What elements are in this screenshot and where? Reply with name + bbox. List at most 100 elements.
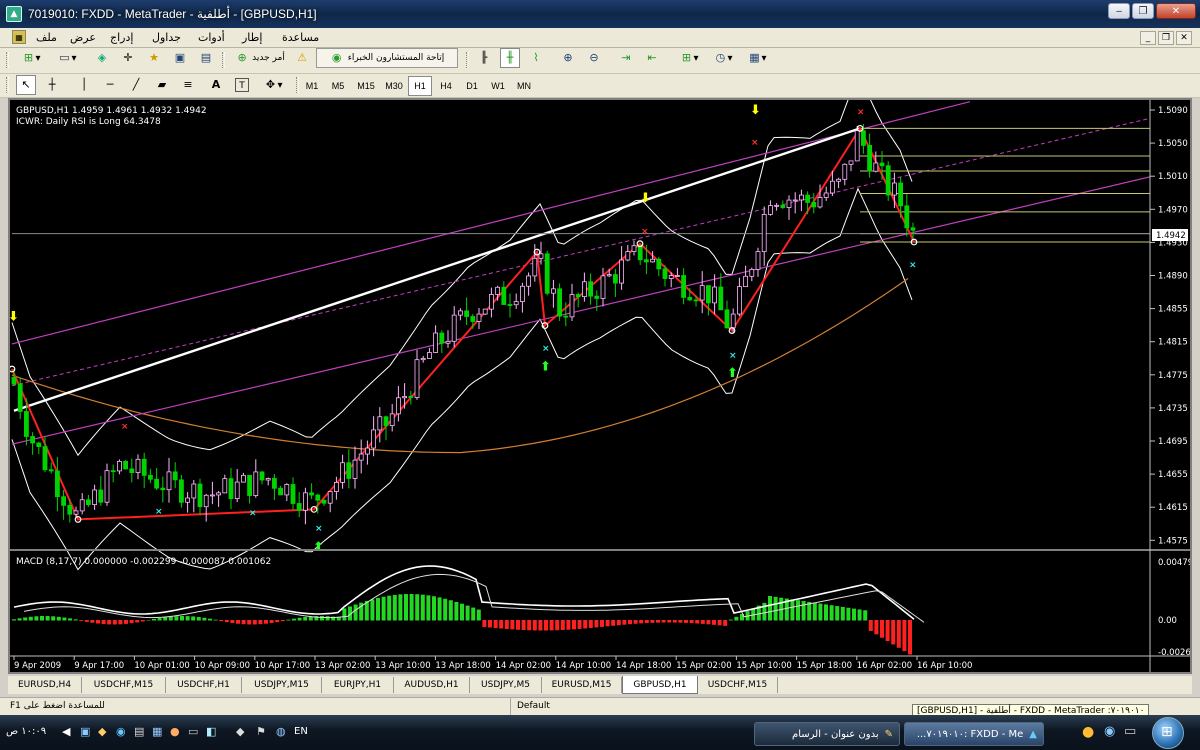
periods-button[interactable]: ◷ ▾ [708,48,738,68]
toolbar-grip-3[interactable] [466,52,469,68]
cursor-button[interactable]: ↖ [16,75,36,95]
autoscroll-button[interactable]: ⇥ [616,48,636,68]
zoom-in-button[interactable]: ⊕ [558,48,578,68]
zoom-out-button[interactable]: ⊖ [584,48,604,68]
timeframe-m30[interactable]: M30 [380,76,408,96]
menu-file[interactable]: ملف [36,31,57,44]
tray-icon-2[interactable]: ◉ [116,725,126,738]
taskbar-metatrader-button[interactable]: ▲ FXDD - Me :٧٠١٩٠١٠... [904,722,1044,746]
timeframe-d1[interactable]: D1 [460,76,484,96]
tab-eurusd-m15[interactable]: EURUSD,M15 [542,677,622,693]
line-chart-button[interactable]: ⌇ [526,48,546,68]
crosshair-button[interactable]: ┼ [42,75,62,95]
mdi-minimize-button[interactable]: _ [1140,31,1156,45]
timeframe-h4[interactable]: H4 [434,76,458,96]
toolbar-grip[interactable] [6,52,9,68]
metaeditor-button[interactable]: ⚠ [292,48,312,68]
candle-body [823,192,829,198]
templates-button[interactable]: ▦ ▾ [742,48,772,68]
new-order-button[interactable]: ⊕ أمر جديد [230,48,290,68]
toolbar-grip-5[interactable] [296,77,299,93]
market-watch-button[interactable]: ◈ [92,48,112,68]
menu-help[interactable]: مساعدة [282,31,319,44]
tab-usdchf-m15[interactable]: USDCHF,M15 [82,677,166,693]
horizontal-line-button[interactable]: ─ [100,75,120,95]
tray-icon-5[interactable]: ● [170,725,180,738]
network-icon[interactable]: ▣ [80,725,90,738]
mdi-close-button[interactable]: ✕ [1176,31,1192,45]
tab-audusd-h1[interactable]: AUDUSD,H1 [394,677,470,693]
candle-body [203,494,209,508]
tab-gbpusd-h1[interactable]: GBPUSD,H1 [622,676,698,694]
taskbar-clock[interactable]: ١٠:٠٩ ص [6,726,46,737]
menu-insert[interactable]: إدراج [110,31,133,44]
show-desktop-icon[interactable]: ▭ [1124,724,1136,739]
macd-bar [409,594,414,621]
candle-body [426,352,432,359]
tab-usdjpy-m15[interactable]: USDJPY,M15 [242,677,322,693]
toolbar-grip-4[interactable] [6,77,9,93]
close-button[interactable]: ✕ [1156,3,1196,19]
document-icon[interactable]: ▦ [12,30,26,44]
tray-icon-8[interactable]: ◆ [236,725,244,738]
channel-button[interactable]: ▰ [152,75,172,95]
experts-toggle-button[interactable]: ◉ إتاحة المستشارون الخبراء [316,48,458,68]
tray-icon-4[interactable]: ▦ [152,725,162,738]
tray-icon-9[interactable]: ⚑ [256,725,266,738]
candle-body [488,294,494,310]
minimize-button[interactable]: ‒ [1108,3,1130,19]
language-indicator[interactable]: EN [294,726,308,737]
candle-body [402,395,408,399]
vertical-line-button[interactable]: │ [74,75,94,95]
start-button[interactable]: ⊞ [1152,717,1184,749]
taskbar-paint-button[interactable]: ✎ بدون عنوان - الرسام [754,722,900,746]
timeframe-h1[interactable]: H1 [408,76,432,96]
tab-usdchf-m15-2[interactable]: USDCHF,M15 [698,677,778,693]
volume-icon[interactable]: ◀ [62,725,70,738]
text-button[interactable]: A [206,75,226,95]
candle-chart-button[interactable]: ╫ [500,48,520,68]
firefox-icon[interactable]: ● [1082,724,1094,740]
arrows-button[interactable]: ✥ ▾ [258,75,288,95]
trendline-button[interactable]: ╱ [126,75,146,95]
title-bar[interactable]: ▲ 7019010: FXDD - MetaTrader - أطلفية - … [0,0,1200,28]
timeframe-mn[interactable]: MN [512,76,536,96]
terminal-button[interactable]: ▣ [170,48,190,68]
chart-shift-button[interactable]: ⇤ [642,48,662,68]
candle-body [799,194,804,201]
new-chart-button[interactable]: ⊞ ▾ [14,48,48,68]
tray-icon-1[interactable]: ◆ [98,725,106,738]
menu-tools[interactable]: أدوات [198,31,225,44]
tab-usdjpy-m5[interactable]: USDJPY,M5 [470,677,542,693]
indicators-button[interactable]: ⊞ ▾ [674,48,704,68]
tab-eurjpy-h1[interactable]: EURJPY,H1 [322,677,394,693]
macd-bar [840,606,845,621]
tray-icon-7[interactable]: ◧ [206,725,216,738]
fibonacci-button[interactable]: ≡ [178,75,198,95]
language-icon[interactable]: ◍ [276,725,286,738]
time-label: 16 Apr 02:00 [857,661,912,671]
tab-eurusd-h4[interactable]: EURUSD,H4 [8,677,82,693]
menu-view[interactable]: عرض [70,31,96,44]
toolbar-grip-2[interactable] [222,52,225,68]
timeframe-m1[interactable]: M1 [300,76,324,96]
data-window-button[interactable]: ✛ [118,48,138,68]
mdi-restore-button[interactable]: ❐ [1158,31,1174,45]
tab-usdchf-h1[interactable]: USDCHF,H1 [166,677,242,693]
timeframe-m5[interactable]: M5 [326,76,350,96]
tester-button[interactable]: ▤ [196,48,216,68]
menu-window[interactable]: إطار [242,31,262,44]
restore-button[interactable]: ❐ [1132,3,1154,19]
chart-window[interactable]: × × × × × × × × × × ⬆ ⬆ ⬆ ⬇ ⬇ ⬇ GBPUSD,H1 1.4959 1.4961… [8,98,1192,674]
timeframe-w1[interactable]: W1 [486,76,510,96]
tray-icon-6[interactable]: ▭ [188,725,198,738]
text-label-button[interactable]: T [232,75,252,95]
tray-icon-3[interactable]: ▤ [134,725,144,738]
navigator-button[interactable]: ★ [144,48,164,68]
quicklaunch-icon-1[interactable]: ◉ [1104,724,1115,739]
price-chart[interactable]: × × × × × × × × × × ⬆ ⬆ ⬆ ⬇ ⬇ ⬇ GBPUSD,H1 1.4959 1.4961… [10,100,1190,672]
bar-chart-button[interactable]: ╟ [474,48,494,68]
timeframe-m15[interactable]: M15 [352,76,380,96]
profiles-button[interactable]: ▭ ▾ [50,48,84,68]
menu-charts[interactable]: جداول [152,31,181,44]
